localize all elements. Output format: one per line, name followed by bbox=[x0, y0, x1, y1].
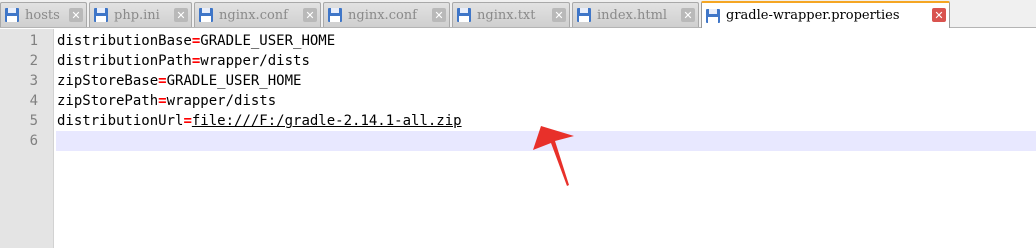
tab-bar: hosts ✕ php.ini ✕ nginx.conf ✕ nginx.con… bbox=[0, 0, 1036, 28]
save-icon bbox=[457, 8, 471, 22]
tab-label: index.html bbox=[597, 7, 668, 23]
url-link[interactable]: file:///F:/gradle-2.14.1-all.zip bbox=[192, 113, 462, 129]
property-key: distributionBase bbox=[57, 33, 192, 49]
save-icon bbox=[328, 8, 342, 22]
tab-nginx-conf-1[interactable]: nginx.conf ✕ bbox=[194, 2, 321, 27]
save-icon bbox=[199, 8, 213, 22]
editor[interactable]: 1 2 3 4 5 6 distributionBase=GRADLE_USER… bbox=[0, 29, 1036, 248]
close-icon[interactable]: ✕ bbox=[681, 8, 695, 22]
tab-php-ini[interactable]: php.ini ✕ bbox=[89, 2, 192, 27]
close-icon[interactable]: ✕ bbox=[932, 8, 946, 22]
tab-label: nginx.conf bbox=[219, 7, 288, 23]
tab-label: nginx.txt bbox=[477, 7, 536, 23]
tab-label: hosts bbox=[25, 7, 60, 23]
current-line[interactable] bbox=[56, 131, 1036, 151]
equals-sign: = bbox=[158, 93, 167, 109]
line-number: 6 bbox=[29, 133, 38, 149]
property-value: wrapper/dists bbox=[166, 93, 277, 109]
close-icon[interactable]: ✕ bbox=[303, 8, 317, 22]
line-number-gutter: 1 2 3 4 5 6 bbox=[0, 29, 54, 248]
property-value: GRADLE_USER_HOME bbox=[166, 73, 302, 89]
property-value: wrapper/dists bbox=[200, 53, 310, 69]
property-key: zipStoreBase bbox=[57, 73, 159, 89]
tab-nginx-conf-2[interactable]: nginx.conf ✕ bbox=[323, 2, 450, 27]
code-line[interactable]: distributionPath=wrapper/dists bbox=[56, 51, 1036, 71]
tab-hosts[interactable]: hosts ✕ bbox=[0, 2, 87, 27]
equals-sign: = bbox=[183, 113, 192, 129]
property-value: GRADLE_USER_HOME bbox=[200, 33, 336, 49]
save-icon bbox=[577, 8, 591, 22]
close-icon[interactable]: ✕ bbox=[69, 8, 83, 22]
save-icon bbox=[5, 8, 19, 22]
line-number: 2 bbox=[29, 53, 38, 69]
equals-sign: = bbox=[158, 73, 167, 89]
tab-label: nginx.conf bbox=[348, 7, 417, 23]
code-line[interactable]: zipStorePath=wrapper/dists bbox=[56, 91, 1036, 111]
save-icon bbox=[706, 8, 720, 23]
tab-label: gradle-wrapper.properties bbox=[726, 8, 900, 23]
tab-index-html[interactable]: index.html ✕ bbox=[572, 2, 699, 27]
line-number: 4 bbox=[29, 93, 38, 109]
tab-label: php.ini bbox=[114, 7, 160, 23]
close-icon[interactable]: ✕ bbox=[432, 8, 446, 22]
line-number: 5 bbox=[29, 113, 38, 129]
code-line[interactable]: distributionUrl=file:///F:/gradle-2.14.1… bbox=[56, 111, 1036, 131]
close-icon[interactable]: ✕ bbox=[174, 8, 188, 22]
property-key: distributionUrl bbox=[57, 113, 184, 129]
tab-nginx-txt[interactable]: nginx.txt ✕ bbox=[452, 2, 570, 27]
code-line[interactable]: zipStoreBase=GRADLE_USER_HOME bbox=[56, 71, 1036, 91]
tab-gradle-wrapper-properties[interactable]: gradle-wrapper.properties ✕ bbox=[701, 1, 950, 28]
close-icon[interactable]: ✕ bbox=[552, 8, 566, 22]
line-number: 3 bbox=[29, 73, 38, 89]
property-key: zipStorePath bbox=[57, 93, 159, 109]
save-icon bbox=[94, 8, 108, 22]
line-number: 1 bbox=[29, 33, 38, 49]
property-key: distributionPath bbox=[57, 53, 192, 69]
code-line[interactable]: distributionBase=GRADLE_USER_HOME bbox=[56, 31, 1036, 51]
